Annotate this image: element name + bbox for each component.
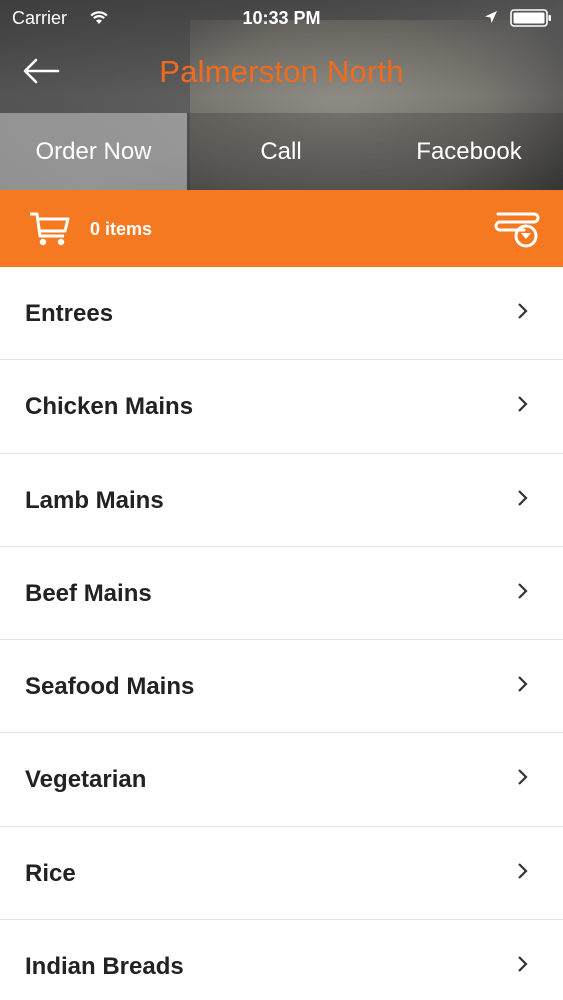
cart-icon: [30, 212, 70, 246]
menu-item-label: Beef Mains: [25, 579, 152, 607]
menu-category-list: Entrees Chicken Mains Lamb Mains Beef Ma…: [0, 267, 563, 1000]
menu-item-beef-mains[interactable]: Beef Mains: [0, 546, 563, 641]
chevron-right-icon: [518, 489, 528, 506]
menu-item-label: Indian Breads: [25, 953, 184, 981]
menu-item-entrees[interactable]: Entrees: [0, 267, 563, 361]
menu-item-label: Chicken Mains: [25, 393, 194, 421]
menu-item-label: Lamb Mains: [25, 486, 164, 514]
menu-item-label: Entrees: [25, 300, 114, 327]
page-title: Palmerston North: [159, 54, 404, 89]
menu-item-label: Vegetarian: [25, 766, 147, 794]
tab-call[interactable]: Call: [187, 113, 375, 190]
chevron-right-icon: [518, 863, 528, 879]
tab-order-now[interactable]: Order Now: [0, 113, 187, 190]
battery-icon: [510, 9, 551, 27]
tab-bar: Order Now Call Facebook: [0, 113, 563, 190]
menu-item-rice[interactable]: Rice: [0, 826, 563, 921]
status-time: 10:33 PM: [242, 8, 321, 28]
menu-item-label: Rice: [25, 859, 76, 887]
menu-item-label: Seafood Mains: [25, 673, 195, 701]
cart-bar[interactable]: 0 items: [0, 190, 563, 267]
chevron-right-icon: [518, 676, 528, 692]
status-bar: Carrier 10:33 PM: [0, 0, 563, 36]
menu-item-chicken-mains[interactable]: Chicken Mains: [0, 360, 563, 454]
chevron-right-icon: [518, 396, 528, 413]
tab-facebook[interactable]: Facebook: [375, 113, 563, 190]
chevron-right-icon: [518, 303, 528, 319]
menu-item-vegetarian[interactable]: Vegetarian: [0, 733, 563, 827]
chevron-right-icon: [518, 956, 528, 972]
cart-item-count: 0 items: [90, 219, 153, 239]
menu-item-seafood-mains[interactable]: Seafood Mains: [0, 640, 563, 734]
filter-icon[interactable]: [494, 208, 542, 250]
chevron-right-icon: [518, 769, 528, 786]
menu-item-indian-breads[interactable]: Indian Breads: [0, 920, 563, 1000]
navigation-bar: Palmerston North: [0, 36, 563, 112]
menu-item-lamb-mains[interactable]: Lamb Mains: [0, 453, 563, 547]
location-icon: [485, 11, 497, 23]
chevron-right-icon: [518, 583, 528, 599]
